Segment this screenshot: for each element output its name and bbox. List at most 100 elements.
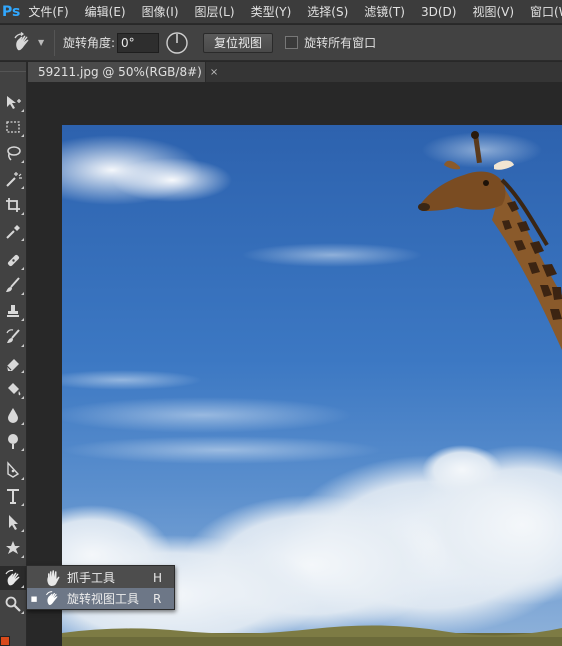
tool-pen[interactable] — [0, 458, 26, 482]
menu-layer[interactable]: 图层(L) — [187, 0, 243, 24]
tool-crop[interactable] — [0, 193, 26, 217]
tool-blur[interactable] — [0, 403, 26, 427]
tool-paint-bucket[interactable] — [0, 377, 26, 401]
rotation-angle-label: 旋转角度: — [63, 36, 116, 50]
tool-group-indicator — [21, 585, 24, 588]
selected-bullet: ■ — [30, 594, 38, 603]
shape-icon — [6, 541, 20, 554]
type-icon — [7, 489, 19, 504]
paint-bucket-icon — [8, 383, 21, 396]
tool-group-indicator — [21, 503, 24, 506]
options-bar: ▼ 旋转角度: 复位视图 旋转所有窗口 — [0, 25, 562, 61]
rotate-view-icon — [41, 590, 65, 608]
tool-group-indicator — [21, 611, 24, 614]
marquee-icon — [6, 121, 20, 133]
document-tab-bar: 59211.jpg @ 50%(RGB/8#) × — [28, 62, 562, 82]
tool-history-brush[interactable] — [0, 325, 26, 349]
eraser-icon — [6, 359, 19, 371]
options-divider — [54, 29, 55, 56]
hand-icon — [41, 569, 65, 587]
flyout-item-label: 旋转视图工具 — [67, 592, 140, 606]
flyout-item-label: 抓手工具 — [67, 571, 116, 585]
chevron-down-icon[interactable]: ▼ — [38, 38, 48, 47]
tool-type[interactable] — [0, 484, 26, 508]
flyout-item-shortcut: R — [153, 591, 162, 606]
tool-zoom[interactable] — [0, 592, 26, 616]
magic-wand-icon — [6, 172, 22, 187]
clone-stamp-icon — [7, 305, 19, 317]
foreground-color-swatch[interactable] — [0, 636, 10, 646]
reset-view-button[interactable]: 复位视图 — [203, 32, 274, 53]
tool-dodge[interactable] — [0, 429, 26, 453]
brush-icon — [6, 277, 20, 292]
move-icon — [7, 96, 21, 109]
blur-icon — [8, 408, 18, 423]
tool-group-indicator — [21, 160, 24, 163]
tool-flyout-menu: 抓手工具 H ■ 旋转视图工具 R — [26, 565, 175, 610]
tool-group-indicator — [21, 267, 24, 270]
menu-window[interactable]: 窗口(W — [522, 0, 562, 24]
tool-rotate-view[interactable] — [0, 566, 26, 590]
tool-marquee[interactable] — [0, 115, 26, 139]
document-tab[interactable]: 59211.jpg @ 50%(RGB/8#) × — [28, 62, 218, 82]
menu-filter[interactable]: 滤镜(T) — [356, 0, 413, 24]
panel-grip[interactable] — [0, 62, 26, 72]
tool-group-indicator — [21, 477, 24, 480]
tool-group-indicator — [21, 422, 24, 425]
menu-3d[interactable]: 3D(D) — [413, 0, 464, 24]
tool-group-indicator — [21, 344, 24, 347]
tool-group-indicator — [21, 396, 24, 399]
flyout-item-hand-tool[interactable]: 抓手工具 H — [27, 567, 174, 588]
tool-eyedropper[interactable] — [0, 219, 26, 243]
tool-brush[interactable] — [0, 273, 26, 297]
rotate-all-windows-label: 旋转所有窗口 — [304, 36, 377, 50]
tool-healing-brush[interactable] — [0, 248, 26, 272]
tool-lasso[interactable] — [0, 141, 26, 165]
document-tab-title: 59211.jpg @ 50%(RGB/8#) — [38, 65, 202, 79]
rotation-angle-input[interactable] — [117, 32, 160, 53]
rotate-all-windows-checkbox[interactable] — [285, 36, 299, 49]
tool-group-indicator — [21, 134, 24, 137]
tool-group-indicator — [21, 555, 24, 558]
tool-shape[interactable] — [0, 536, 26, 560]
rotation-dial-icon[interactable] — [165, 31, 189, 55]
photoshop-logo: Ps — [2, 3, 21, 20]
tool-clone-stamp[interactable] — [0, 299, 26, 323]
dodge-icon — [8, 434, 18, 449]
crop-icon — [6, 198, 20, 212]
tool-group-indicator — [21, 318, 24, 321]
zoom-icon — [5, 596, 21, 612]
tool-move[interactable] — [0, 90, 26, 114]
tool-group-indicator — [21, 186, 24, 189]
menu-edit[interactable]: 编辑(E) — [77, 0, 134, 24]
tool-group-indicator — [21, 238, 24, 241]
lasso-icon — [7, 146, 21, 161]
path-select-icon — [9, 515, 18, 530]
menu-select[interactable]: 选择(S) — [299, 0, 356, 24]
healing-brush-icon — [7, 254, 20, 267]
canvas-area[interactable] — [28, 82, 562, 646]
menu-view[interactable]: 视图(V) — [464, 0, 522, 24]
tool-group-indicator — [21, 109, 24, 112]
tool-group-indicator — [21, 292, 24, 295]
tool-group-indicator — [21, 448, 24, 451]
rotate-view-icon — [5, 569, 20, 586]
menu-type[interactable]: 类型(Y) — [243, 0, 300, 24]
tool-group-indicator — [21, 529, 24, 532]
pen-icon — [7, 461, 20, 478]
eyedropper-icon — [6, 225, 20, 239]
flyout-item-shortcut: H — [153, 570, 163, 585]
menu-bar: Ps 文件(F) 编辑(E) 图像(I) 图层(L) 类型(Y) 选择(S) 滤… — [0, 0, 562, 24]
menu-image[interactable]: 图像(I) — [134, 0, 187, 24]
tool-group-indicator — [21, 212, 24, 215]
tool-preset-picker[interactable] — [8, 28, 38, 58]
rotate-view-icon — [14, 31, 29, 50]
flyout-item-rotate-view-tool[interactable]: ■ 旋转视图工具 R — [27, 588, 174, 609]
close-icon[interactable]: × — [210, 67, 218, 78]
tool-eraser[interactable] — [0, 351, 26, 375]
history-brush-icon — [6, 329, 20, 343]
menu-file[interactable]: 文件(F) — [20, 0, 76, 24]
tool-group-indicator — [21, 370, 24, 373]
tool-magic-wand[interactable] — [0, 167, 26, 191]
tool-path-select[interactable] — [0, 510, 26, 534]
